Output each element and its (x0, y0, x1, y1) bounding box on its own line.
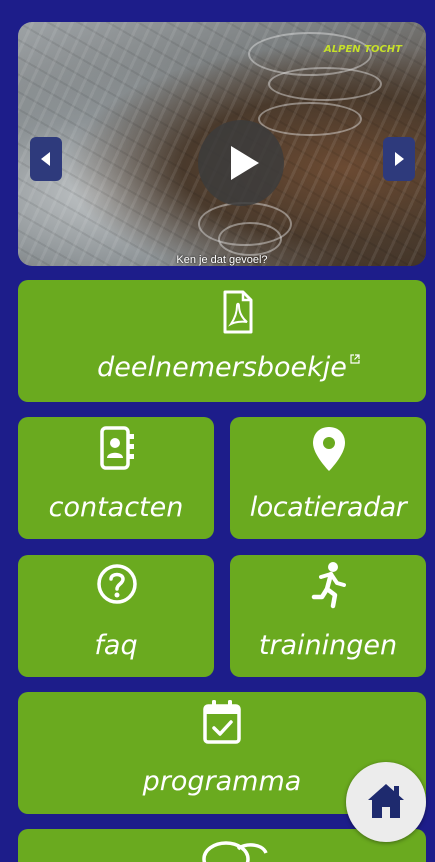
video-scenery (258, 102, 362, 136)
tile-locatieradar-label: locatieradar (249, 492, 407, 523)
external-link-icon (350, 354, 360, 364)
home-icon (368, 784, 404, 818)
video-player[interactable]: ALPEN TOCHT Ken je dat gevoel? (18, 22, 426, 266)
tile-locatieradar[interactable]: locatieradar (230, 417, 426, 539)
deelnemersboekje-text: deelnemersboekje (97, 352, 347, 383)
app-screen: ALPEN TOCHT Ken je dat gevoel? deelnemer… (0, 0, 435, 862)
map-pin-icon (313, 427, 345, 471)
home-button[interactable] (346, 762, 426, 842)
carousel-prev-button[interactable] (30, 137, 62, 181)
address-book-icon (100, 426, 134, 470)
tile-contacten[interactable]: contacten (18, 417, 214, 539)
tile-faq[interactable]: faq (18, 555, 214, 677)
tile-contacten-label: contacten (48, 492, 184, 523)
tile-trainingen-label: trainingen (258, 630, 398, 661)
tile-faq-label: faq (94, 630, 138, 661)
alpentocht-logo: ALPEN TOCHT (324, 44, 402, 55)
tile-deelnemersboekje-label: deelnemersboekje (18, 352, 426, 384)
video-caption: Ken je dat gevoel? (176, 254, 268, 266)
tile-trainingen[interactable]: trainingen (230, 555, 426, 677)
calendar-check-icon (203, 700, 241, 744)
brand-text: ALPEN TOCHT (324, 44, 402, 55)
carousel-next-button[interactable] (383, 137, 415, 181)
video-scenery (268, 67, 382, 101)
chat-icon (202, 841, 268, 862)
play-button[interactable] (198, 120, 284, 206)
chevron-right-icon (395, 152, 404, 166)
pdf-file-icon (223, 290, 253, 334)
tile-deelnemersboekje[interactable]: deelnemersboekje (18, 280, 426, 402)
video-scenery (218, 222, 282, 256)
chevron-left-icon (41, 152, 50, 166)
running-icon (311, 562, 346, 609)
play-icon (231, 146, 259, 180)
question-circle-icon (97, 564, 137, 604)
